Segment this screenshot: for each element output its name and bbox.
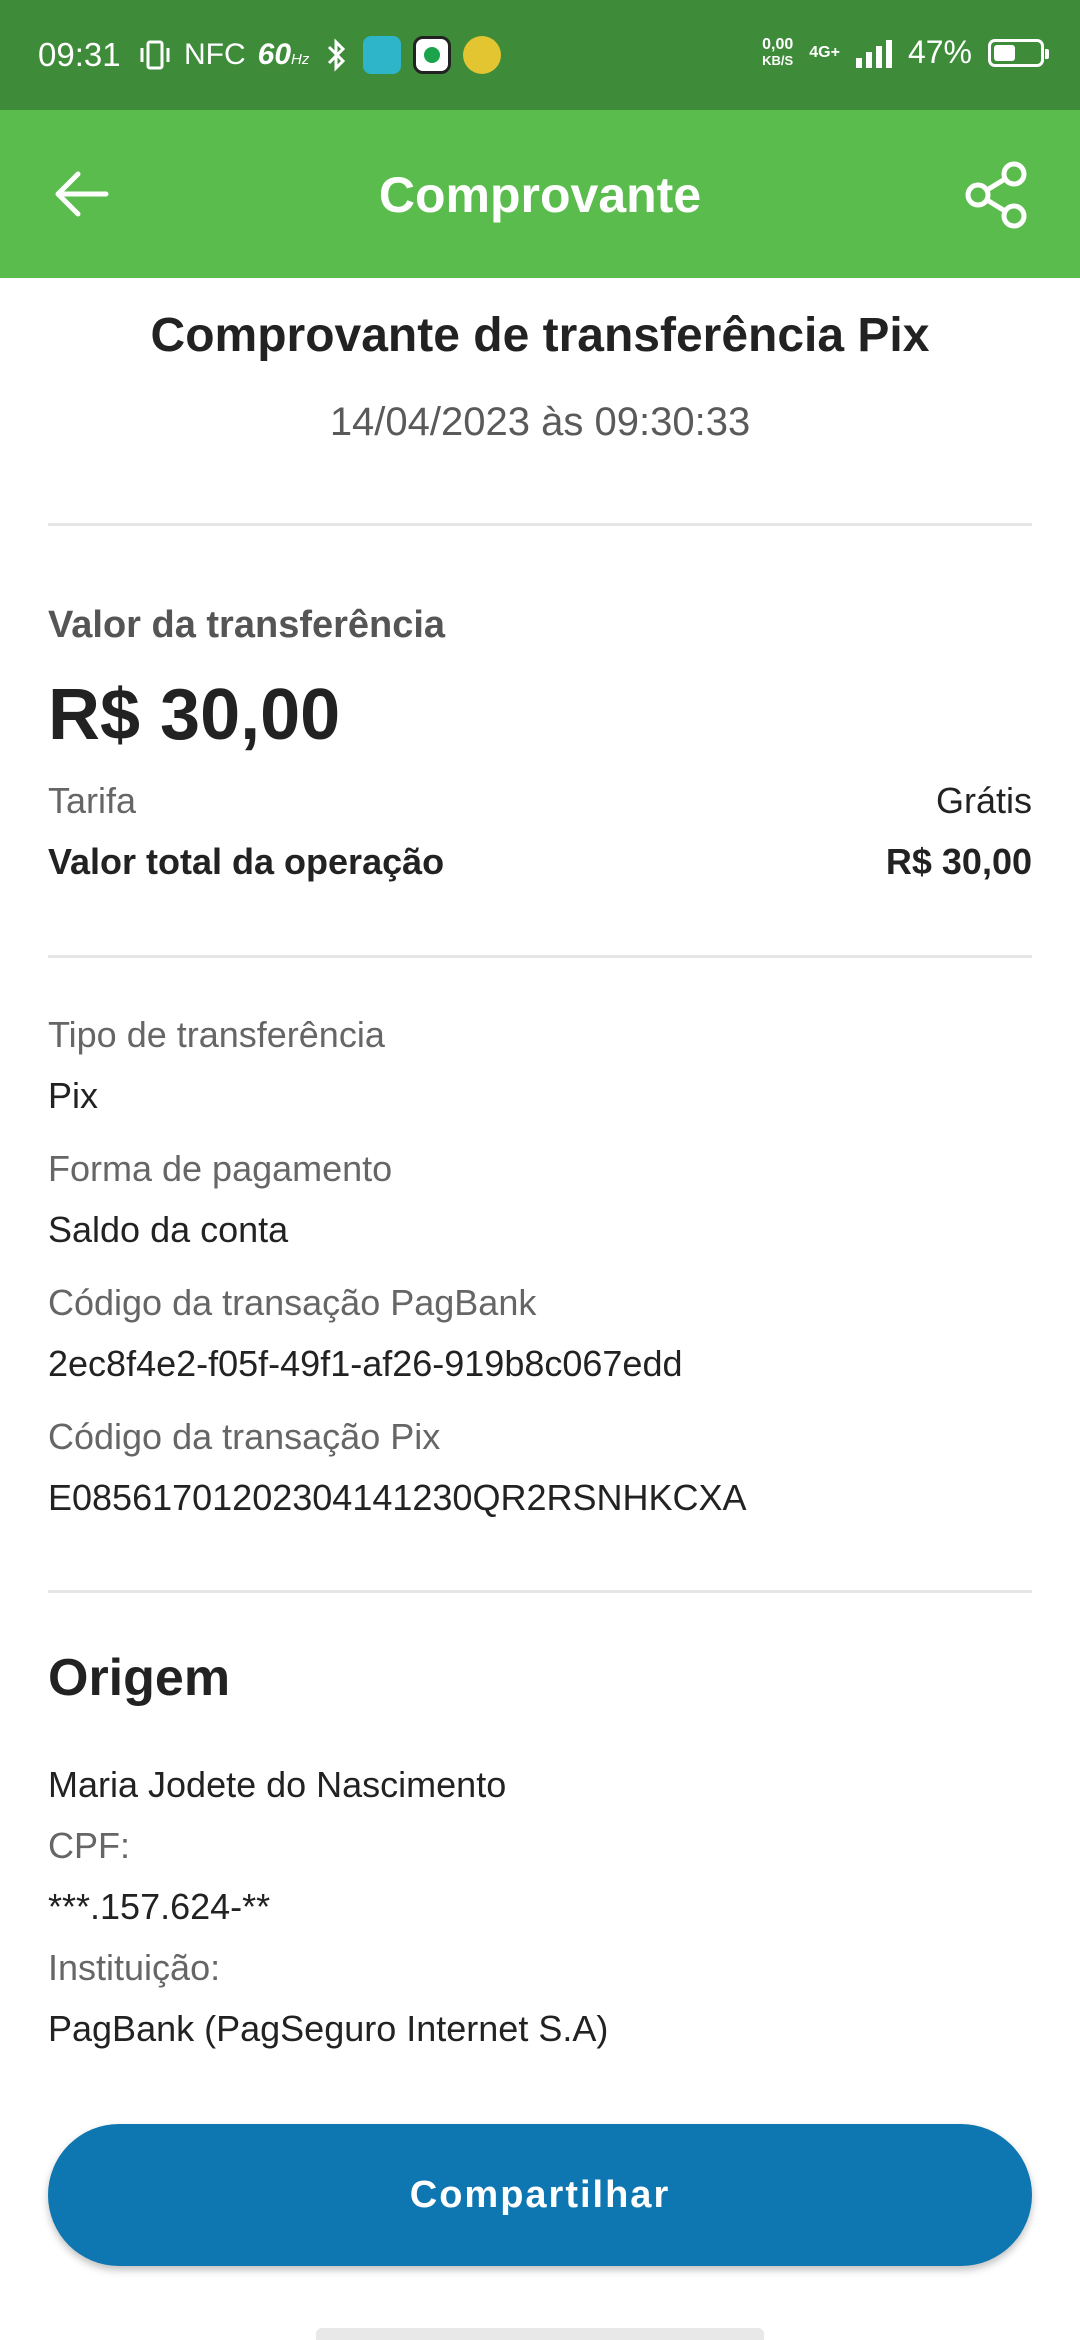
bluetooth-icon bbox=[328, 38, 346, 72]
fee-row: Tarifa Grátis bbox=[48, 780, 1032, 822]
refresh-rate-unit: Hz bbox=[291, 51, 310, 68]
fee-value: Grátis bbox=[935, 780, 1032, 821]
payment-method-value: Saldo da conta bbox=[48, 1209, 289, 1250]
kaspersky-notification-icon bbox=[413, 36, 452, 74]
transfer-type-label: Tipo de transferência bbox=[48, 1014, 385, 1055]
total-row: Valor total da operação R$ 30,00 bbox=[48, 841, 1032, 883]
origin-name: Maria Jodete do Nascimento bbox=[48, 1764, 507, 1805]
divider bbox=[48, 523, 1032, 526]
refresh-rate-value: 60 bbox=[257, 38, 292, 71]
battery-percent: 47% bbox=[907, 34, 972, 70]
signal-icon bbox=[855, 38, 892, 68]
pagbank-code-value: 2ec8f4e2-f05f-49f1-af26-919b8c067edd bbox=[48, 1343, 683, 1384]
share-icon[interactable] bbox=[962, 160, 1032, 230]
net-speed-unit: KB/S bbox=[762, 52, 794, 68]
app-notification-icon bbox=[363, 36, 402, 74]
pix-code-value: E08561701202304141230QR2RSNHKCXA bbox=[48, 1477, 747, 1518]
transfer-amount-label: Valor da transferência bbox=[48, 604, 446, 646]
institution-value: PagBank (PagSeguro Internet S.A) bbox=[48, 2008, 609, 2049]
status-right-icons: 0,00 KB/S 4G+ 47% bbox=[762, 34, 1049, 71]
nfc-label: NFC bbox=[184, 38, 246, 71]
cpf-label: CPF: bbox=[48, 1825, 131, 1866]
status-time: 09:31 bbox=[38, 36, 121, 73]
receipt-date: 14/04/2023 às 09:30:33 bbox=[329, 400, 751, 444]
refresh-rate-indicator: 60Hz bbox=[258, 38, 310, 72]
wallet-notification-icon bbox=[463, 36, 502, 74]
app-title: Comprovante bbox=[378, 167, 702, 223]
transfer-amount-value: R$ 30,00 bbox=[48, 675, 341, 755]
payment-method-label: Forma de pagamento bbox=[48, 1148, 393, 1189]
network-type: 4G+ bbox=[809, 43, 840, 61]
net-speed-value: 0,00 bbox=[762, 35, 794, 53]
institution-label: Instituição: bbox=[48, 1947, 221, 1988]
status-left-icons: NFC 60Hz bbox=[138, 36, 502, 74]
transfer-type-value: Pix bbox=[48, 1075, 99, 1116]
receipt-title: Comprovante de transferência Pix bbox=[150, 309, 930, 362]
total-value: R$ 30,00 bbox=[885, 841, 1032, 882]
divider bbox=[48, 955, 1032, 958]
battery-icon bbox=[988, 38, 1049, 67]
pagbank-code-label: Código da transação PagBank bbox=[48, 1282, 537, 1323]
cpf-value: ***.157.624-** bbox=[48, 1886, 271, 1927]
origin-title: Origem bbox=[48, 1649, 231, 1707]
battery-fill bbox=[994, 44, 1015, 61]
home-indicator bbox=[316, 2328, 764, 2340]
fee-label: Tarifa bbox=[48, 780, 137, 821]
app-bar: Comprovante bbox=[0, 110, 1080, 278]
divider bbox=[48, 1590, 1032, 1593]
status-bar: 09:31 NFC 60Hz 0,00 KB/S 4G+ 47% bbox=[0, 0, 1080, 110]
vibrate-icon bbox=[140, 40, 170, 70]
total-label: Valor total da operação bbox=[48, 841, 445, 882]
pix-code-label: Código da transação Pix bbox=[48, 1416, 441, 1457]
net-speed: 0,00 KB/S bbox=[762, 35, 794, 69]
share-button[interactable]: Compartilhar bbox=[48, 2124, 1032, 2266]
